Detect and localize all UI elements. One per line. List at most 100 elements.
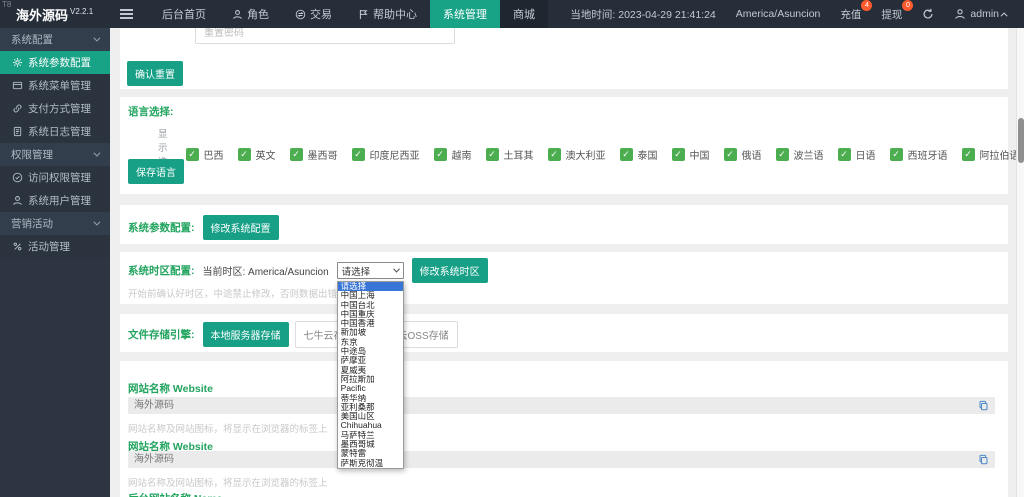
app-version: V2.2.1: [70, 7, 93, 16]
nav-item[interactable]: 后台首页: [149, 0, 219, 28]
language-checkbox-row: 显示选项 ✓巴西✓英文✓墨西哥✓印度尼西亚✓越南✓土耳其✓澳大利亚✓泰国✓中国✓…: [158, 126, 1024, 182]
local-time: 当地时间: 2023-04-29 21:41:24: [570, 7, 715, 22]
nav-item[interactable]: 系统管理: [430, 0, 500, 28]
recharge-button[interactable]: 充值 4: [840, 7, 861, 22]
timezone-select[interactable]: 请选择 请选择中国上海中国台北中国重庆中国香港新加坡东京中途岛萨摩亚夏威夷阿拉斯…: [337, 262, 404, 279]
sidebar-group-label: 权限管理: [11, 147, 53, 162]
language-checkbox[interactable]: ✓ 波兰语: [776, 147, 824, 162]
check-circle-icon: [12, 172, 23, 183]
language-label: 土耳其: [504, 147, 534, 162]
language-checkbox[interactable]: ✓日语: [838, 147, 876, 162]
language-label: 波兰语: [794, 147, 824, 162]
checkbox-checked-icon: ✓: [776, 148, 789, 161]
timezone-dropdown: 请选择中国上海中国台北中国重庆中国香港新加坡东京中途岛萨摩亚夏威夷阿拉斯加Pac…: [337, 281, 404, 469]
recharge-label: 充值: [840, 9, 861, 21]
dropdown-option[interactable]: Pacific: [338, 384, 403, 393]
website-name-input[interactable]: 海外源码: [128, 397, 995, 414]
dropdown-option[interactable]: Chihuahua: [338, 421, 403, 430]
nav-item-label: 后台首页: [162, 6, 206, 22]
corner-artifact: T8: [2, 0, 11, 9]
sidebar-group[interactable]: 系统配置: [0, 28, 110, 51]
language-label: 印度尼西亚: [370, 147, 420, 162]
chevron-down-icon: [93, 219, 100, 226]
language-checkbox[interactable]: ✓泰国: [620, 147, 658, 162]
sidebar-item[interactable]: 支付方式管理: [0, 97, 110, 120]
modify-timezone-button[interactable]: 修改系统时区: [412, 258, 488, 283]
dropdown-option[interactable]: 中国上海: [338, 291, 403, 300]
sidebar-group[interactable]: 权限管理: [0, 143, 110, 166]
dropdown-option[interactable]: 萨摩亚: [338, 356, 403, 365]
language-checkbox[interactable]: ✓英文: [238, 147, 276, 162]
current-timezone: 当前时区: America/Asuncion: [203, 263, 329, 278]
checkbox-checked-icon: ✓: [672, 148, 685, 161]
language-label: 英文: [256, 147, 276, 162]
withdraw-button[interactable]: 提现 0: [881, 7, 902, 22]
sidebar-item[interactable]: 活动管理: [0, 235, 110, 258]
language-checkbox[interactable]: ✓土耳其: [486, 147, 534, 162]
language-checkbox[interactable]: ✓墨西哥: [290, 147, 338, 162]
sidebar-item[interactable]: 系统菜单管理: [0, 74, 110, 97]
sidebar-item[interactable]: 系统用户管理: [0, 189, 110, 212]
language-label: 泰国: [638, 147, 658, 162]
nav-item[interactable]: 帮助中心: [345, 0, 430, 28]
sidebar-item[interactable]: 访问权限管理: [0, 166, 110, 189]
language-checkbox[interactable]: ✓西班牙语: [890, 147, 948, 162]
dropdown-option[interactable]: 东京: [338, 338, 403, 347]
language-checkbox[interactable]: ✓澳大利亚: [548, 147, 606, 162]
save-language-button[interactable]: 保存语言: [128, 159, 184, 184]
sidebar-group[interactable]: 营销活动: [0, 212, 110, 235]
dropdown-option[interactable]: 夏威夷: [338, 366, 403, 375]
dropdown-option[interactable]: 中国香港: [338, 319, 403, 328]
copy-icon[interactable]: [978, 454, 989, 465]
storage-engine-button[interactable]: 本地服务器存储: [203, 322, 289, 347]
language-label: 西班牙语: [908, 147, 948, 162]
dropdown-option[interactable]: 墨西哥城: [338, 440, 403, 449]
log-icon: [12, 126, 23, 137]
dropdown-option[interactable]: 萨斯克彻温: [338, 459, 403, 468]
dropdown-option[interactable]: 蒂华纳: [338, 394, 403, 403]
nav-item[interactable]: 角色: [219, 0, 282, 28]
language-checkbox[interactable]: ✓ 阿拉伯语: [962, 147, 1020, 162]
dropdown-option[interactable]: 新加坡: [338, 328, 403, 337]
scrollbar-thumb[interactable]: [1018, 118, 1024, 163]
website-name-input[interactable]: 海外源码: [128, 451, 995, 468]
refresh-icon[interactable]: [922, 8, 934, 20]
menu-icon: [12, 80, 23, 91]
dropdown-option[interactable]: 中国台北: [338, 301, 403, 310]
params-label: 系统参数配置:: [128, 220, 195, 235]
confirm-reset-button[interactable]: 确认重置: [127, 61, 183, 86]
copy-icon[interactable]: [978, 400, 989, 411]
checkbox-checked-icon: ✓: [434, 148, 447, 161]
nav-item[interactable]: 交易: [282, 0, 345, 28]
dropdown-option[interactable]: 阿拉斯加: [338, 375, 403, 384]
dropdown-option[interactable]: 马萨特兰: [338, 431, 403, 440]
checkbox-checked-icon: ✓: [962, 148, 975, 161]
hamburger-menu-icon[interactable]: [120, 13, 133, 15]
checkbox-checked-icon: ✓: [352, 148, 365, 161]
nav-item[interactable]: 商城: [500, 0, 548, 28]
field-title: 后台网站名称 Name: [128, 491, 223, 497]
dropdown-option[interactable]: 中途岛: [338, 347, 403, 356]
sidebar-item[interactable]: 系统参数配置: [0, 51, 110, 74]
dropdown-option[interactable]: 中国重庆: [338, 310, 403, 319]
dropdown-option[interactable]: 蒙特雷: [338, 449, 403, 458]
dropdown-option[interactable]: 请选择: [338, 282, 403, 291]
withdraw-badge: 0: [902, 0, 913, 11]
app-logo: 海外源码V2.2.1: [0, 5, 110, 24]
language-checkbox[interactable]: ✓中国: [672, 147, 710, 162]
language-label: 阿拉伯语: [980, 147, 1020, 162]
dropdown-option[interactable]: 美国山区: [338, 412, 403, 421]
app-logo-text: 海外源码: [16, 8, 68, 23]
dropdown-option[interactable]: 亚利桑那: [338, 403, 403, 412]
params-card: 系统参数配置: 修改系统配置: [120, 205, 1008, 244]
sidebar-item[interactable]: 系统日志管理: [0, 120, 110, 143]
language-checkbox[interactable]: ✓巴西: [186, 147, 224, 162]
reset-input[interactable]: [195, 28, 455, 44]
sidebar-item-label: 系统菜单管理: [28, 78, 91, 93]
user-icon: [12, 195, 23, 206]
admin-menu[interactable]: admin: [954, 8, 1008, 20]
modify-config-button[interactable]: 修改系统配置: [203, 215, 279, 240]
language-checkbox[interactable]: ✓ 印度尼西亚: [352, 147, 420, 162]
language-checkbox[interactable]: ✓越南: [434, 147, 472, 162]
language-checkbox[interactable]: ✓俄语: [724, 147, 762, 162]
